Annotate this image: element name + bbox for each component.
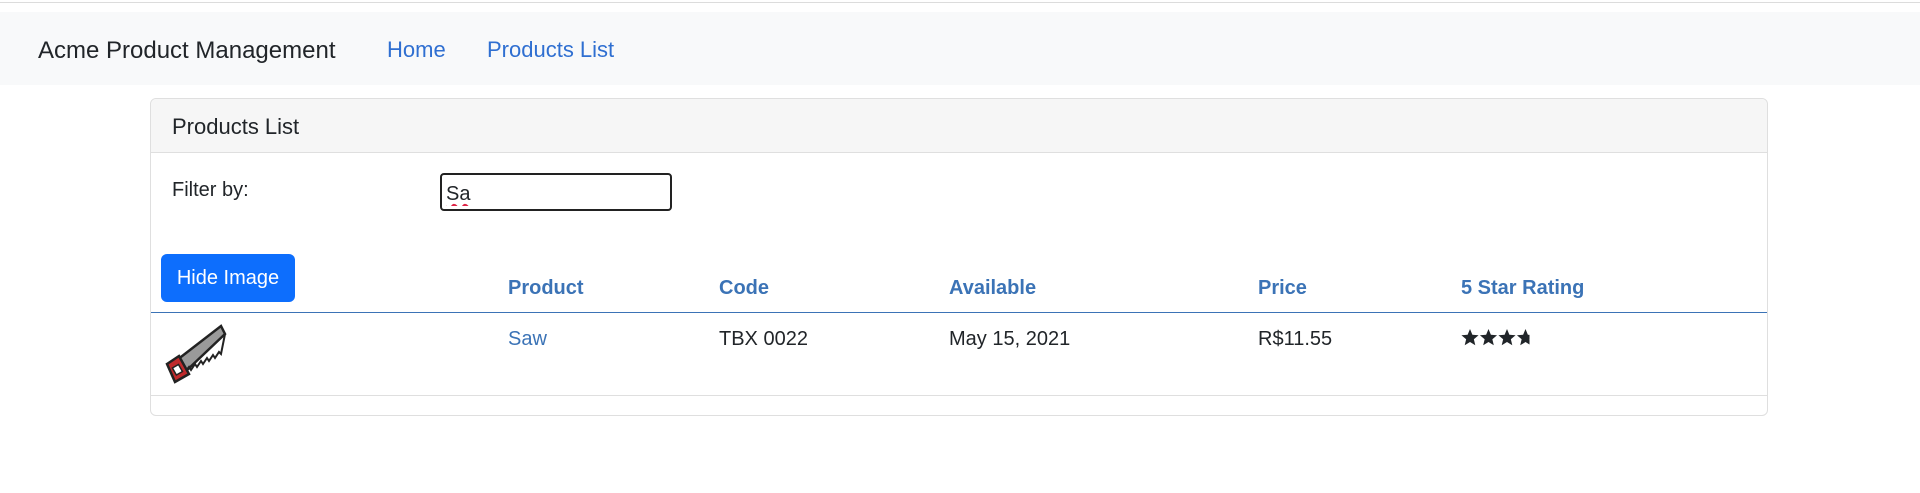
saw-icon xyxy=(165,324,227,384)
header-code[interactable]: Code xyxy=(719,277,769,300)
product-available: May 15, 2021 xyxy=(949,328,1071,350)
header-price[interactable]: Price xyxy=(1258,277,1307,300)
top-divider xyxy=(0,2,1920,3)
row-divider xyxy=(151,395,1767,396)
star-icon xyxy=(1498,329,1516,346)
hide-image-button[interactable]: Hide Image xyxy=(161,254,295,302)
product-price: R$11.55 xyxy=(1258,328,1333,350)
filter-label: Filter by: xyxy=(172,179,249,201)
star-rating xyxy=(1461,329,1530,346)
header-divider xyxy=(151,312,1767,313)
product-code: TBX 0022 xyxy=(719,328,808,350)
star-icon xyxy=(1516,329,1530,346)
header-product[interactable]: Product xyxy=(508,277,584,300)
nav-link-products-list[interactable]: Products List xyxy=(487,37,614,63)
header-available[interactable]: Available xyxy=(949,277,1036,300)
products-card: Products List Filter by: Hide Image Prod… xyxy=(150,98,1768,416)
star-icon xyxy=(1479,329,1498,346)
product-name-link[interactable]: Saw xyxy=(508,328,547,351)
star-icon xyxy=(1461,329,1479,346)
card-title: Products List xyxy=(172,114,300,139)
header-rating[interactable]: 5 Star Rating xyxy=(1461,277,1584,300)
nav-link-home[interactable]: Home xyxy=(387,37,446,63)
navbar: Acme Product Management Home Products Li… xyxy=(0,12,1920,85)
brand-title: Acme Product Management xyxy=(38,37,336,64)
card-header: Products List xyxy=(151,99,1767,153)
filter-input[interactable] xyxy=(440,173,672,211)
